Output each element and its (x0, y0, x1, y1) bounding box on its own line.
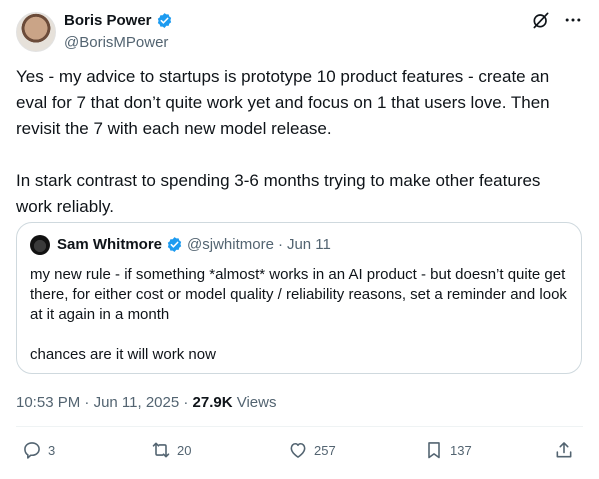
bookmark-icon (428, 442, 440, 459)
reply-count: 3 (48, 442, 56, 458)
quote-date: Jun 11 (286, 236, 331, 253)
tweet-time[interactable]: 10:53 PM (16, 394, 80, 411)
bookmark-count: 137 (450, 442, 472, 458)
quote-author-handle: @sjwhitmore (187, 236, 274, 253)
author-name[interactable]: Boris Power (64, 12, 152, 29)
quote-avatar (30, 235, 50, 255)
divider (16, 426, 583, 427)
bookmark-button[interactable]: 137 (424, 440, 472, 460)
author-avatar[interactable] (16, 12, 56, 52)
quote-text: my new rule - if something *almost* work… (30, 266, 567, 363)
like-count: 257 (314, 442, 336, 458)
reply-button[interactable]: 3 (22, 440, 55, 460)
action-bar: 3 20 257 137 (16, 440, 583, 468)
meta-separator: · (80, 394, 94, 411)
tweet-text: Yes - my advice to startups is prototype… (16, 67, 550, 216)
repost-count: 20 (177, 442, 192, 458)
reply-icon (24, 442, 40, 459)
share-button[interactable] (554, 440, 574, 460)
verified-badge-icon (167, 237, 182, 252)
verified-badge-icon (157, 13, 171, 28)
tweet-meta: 10:53 PM · Jun 11, 2025 · 27.9K Views (16, 394, 277, 411)
quote-header: Sam Whitmore @sjwhitmore · Jun 11 (57, 236, 331, 253)
more-icon[interactable] (563, 10, 583, 30)
author-name-row: Boris Power (64, 12, 173, 29)
repost-icon (152, 442, 170, 458)
quoted-tweet[interactable]: Sam Whitmore @sjwhitmore · Jun 11 my new… (16, 222, 582, 374)
grok-icon[interactable] (531, 10, 551, 30)
top-actions (531, 10, 583, 30)
tweet-header: Boris Power @BorisMPower (16, 10, 583, 54)
meta-separator: · (179, 394, 193, 411)
tweet-date[interactable]: Jun 11, 2025 (94, 394, 180, 411)
like-icon (290, 442, 306, 458)
quote-author-name: Sam Whitmore (57, 236, 163, 253)
views-count[interactable]: 27.9K (193, 394, 233, 411)
like-button[interactable]: 257 (288, 440, 336, 460)
share-icon (556, 442, 572, 458)
views-label[interactable]: Views (233, 394, 277, 411)
quote-dot: · (277, 236, 283, 253)
author-handle[interactable]: @BorisMPower (64, 34, 168, 51)
repost-button[interactable]: 20 (151, 440, 191, 460)
